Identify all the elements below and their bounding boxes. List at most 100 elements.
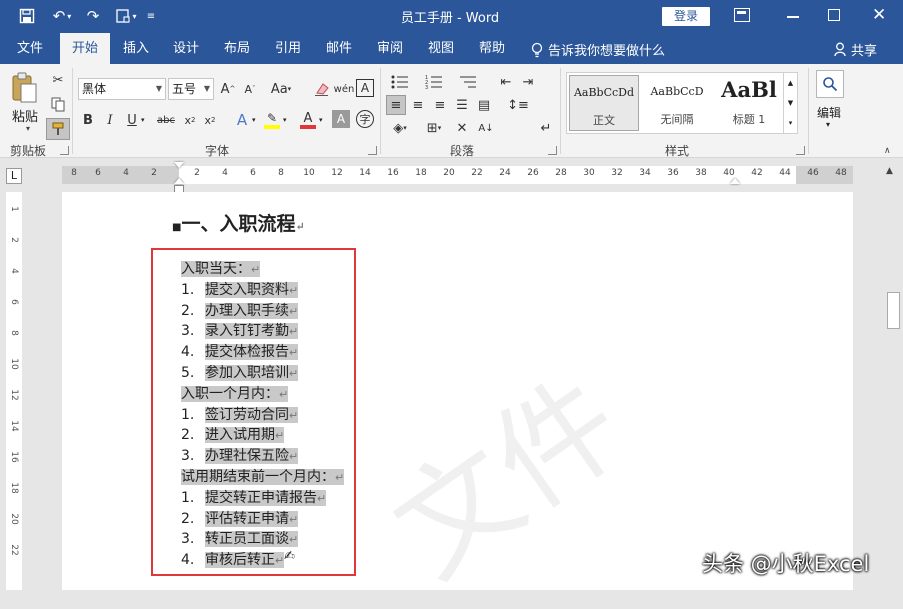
paragraph-launcher-icon[interactable] <box>548 146 557 155</box>
list-item[interactable]: 3. 转正员工面谈↵ <box>181 530 299 549</box>
tab-review[interactable]: 审阅 <box>368 33 412 64</box>
ribbon-display-options-icon[interactable] <box>734 8 750 22</box>
enclose-characters-icon[interactable]: 字 <box>356 110 374 128</box>
character-border-icon[interactable]: A <box>356 79 374 97</box>
align-right-icon[interactable]: ≡ <box>430 95 450 115</box>
text-effects-icon[interactable]: A <box>232 110 252 130</box>
list-item[interactable]: 试用期结束前一个月内：↵ <box>181 468 345 487</box>
style-no-spacing[interactable]: AaBbCcD 无间隔 <box>643 75 713 131</box>
superscript-icon[interactable]: x2 <box>200 110 220 130</box>
tab-view[interactable]: 视图 <box>419 33 463 64</box>
paste-icon[interactable] <box>10 72 38 104</box>
list-item[interactable]: 1. 签订劳动合同↵ <box>181 406 299 425</box>
redo-icon[interactable]: ↷ <box>82 6 104 26</box>
scroll-up-icon[interactable]: ▲ <box>886 166 893 176</box>
list-item[interactable]: 3. 办理社保五险↵ <box>181 447 299 466</box>
font-color-dropdown-icon[interactable]: ▾ <box>319 116 323 124</box>
show-hide-marks-icon[interactable]: ↵ <box>536 118 556 138</box>
paste-label[interactable]: 粘贴 <box>12 106 38 125</box>
highlight-dropdown-icon[interactable]: ▾ <box>283 116 287 124</box>
tab-selector[interactable]: L <box>6 168 22 184</box>
cut-icon[interactable]: ✂ <box>48 70 68 90</box>
list-item[interactable]: 3. 录入钉钉考勤↵ <box>181 322 299 341</box>
character-shading-icon[interactable]: A <box>332 110 350 128</box>
list-item[interactable]: 入职一个月内：↵ <box>181 385 289 404</box>
bullets-icon[interactable] <box>386 72 414 92</box>
text-highlight-icon[interactable]: ✎ <box>262 110 282 130</box>
clipboard-launcher-icon[interactable] <box>60 146 69 155</box>
tab-file[interactable]: 文件 <box>8 33 52 64</box>
login-button[interactable]: 登录 <box>662 7 710 26</box>
list-item[interactable]: 1. 提交入职资料↵ <box>181 281 299 300</box>
scrollbar-thumb[interactable] <box>887 292 900 329</box>
style-heading-1[interactable]: AaBl 标题 1 <box>717 75 781 131</box>
align-left-icon[interactable]: ≡ <box>386 95 406 115</box>
numbering-icon[interactable]: 123 <box>420 72 448 92</box>
first-line-indent-marker[interactable] <box>174 162 184 168</box>
styles-scroll[interactable]: ▲ ▼ ▾ <box>783 73 797 133</box>
shrink-font-icon[interactable]: Aˇ <box>240 79 260 99</box>
tab-help[interactable]: 帮助 <box>470 33 514 64</box>
change-case-icon[interactable]: Aa ▾ <box>268 79 294 99</box>
close-icon[interactable]: ✕ <box>872 5 886 25</box>
tab-references[interactable]: 引用 <box>266 33 310 64</box>
grow-font-icon[interactable]: A ^ <box>218 79 238 99</box>
subscript-icon[interactable]: x2 <box>180 110 200 130</box>
document-page[interactable]: 文件 ■一、入职流程↵ 入职当天：↵ 1. 提交入职资料↵ 2. 办理入职手续↵ 3. 录入… <box>62 192 853 604</box>
touch-mode-icon[interactable]: ▾ <box>112 6 140 26</box>
tab-layout[interactable]: 布局 <box>215 33 259 64</box>
editing-dropdown-icon[interactable]: ▾ <box>826 120 830 129</box>
chinese-layout-icon[interactable]: ✕ <box>452 118 472 138</box>
paste-dropdown-icon[interactable]: ▾ <box>26 124 30 133</box>
phonetic-guide-icon[interactable]: wén <box>334 79 355 99</box>
list-item[interactable]: 2. 评估转正申请↵ <box>181 510 299 529</box>
copy-icon[interactable] <box>48 94 68 114</box>
list-item[interactable]: 4. 提交体检报告↵ <box>181 343 299 362</box>
italic-icon[interactable]: I <box>100 110 120 130</box>
tab-home[interactable]: 开始 <box>60 33 110 64</box>
strikethrough-icon[interactable]: abc <box>156 110 176 130</box>
undo-icon[interactable]: ↶ ▾ <box>48 6 76 26</box>
editing-label[interactable]: 编辑 <box>817 104 841 121</box>
list-item[interactable]: 2. 进入试用期↵ <box>181 426 285 445</box>
share-button[interactable]: 共享 <box>834 40 877 59</box>
right-indent-marker[interactable] <box>730 178 740 184</box>
distributed-icon[interactable]: ▤ <box>474 95 494 115</box>
customize-toolbar-icon[interactable]: ≡ <box>140 6 162 26</box>
line-spacing-icon[interactable]: ↕≡ <box>504 95 532 115</box>
align-center-icon[interactable]: ≡ <box>408 95 428 115</box>
list-item[interactable]: 4. 审核后转正↵ <box>181 551 285 570</box>
font-launcher-icon[interactable] <box>368 146 377 155</box>
scroll-up-icon[interactable]: ▲ <box>784 73 797 93</box>
tab-design[interactable]: 设计 <box>164 33 208 64</box>
sort-icon[interactable]: A↓ <box>476 118 496 138</box>
underline-icon[interactable]: U <box>122 110 142 130</box>
find-icon[interactable] <box>816 70 844 98</box>
format-painter-icon[interactable] <box>46 118 70 140</box>
borders-icon[interactable]: ⊞ ▾ <box>420 118 448 138</box>
list-item[interactable]: 1. 提交转正申请报告↵ <box>181 489 327 508</box>
tell-me-box[interactable]: 告诉我你想要做什么 <box>530 40 665 59</box>
hanging-indent-marker[interactable] <box>174 178 184 184</box>
scroll-down-icon[interactable]: ▼ <box>784 93 797 113</box>
save-icon[interactable] <box>16 6 38 26</box>
tab-insert[interactable]: 插入 <box>114 33 158 64</box>
maximize-icon[interactable] <box>828 9 840 21</box>
clear-formatting-icon[interactable] <box>312 79 332 99</box>
horizontal-ruler[interactable]: 8 6 4 2 2 4 6 8 10 12 14 16 18 20 22 24 26 28 30 32 34 36 38 40… <box>62 162 853 193</box>
collapse-ribbon-icon[interactable]: ∧ <box>884 146 891 156</box>
justify-icon[interactable]: ☰ <box>452 95 472 115</box>
bold-icon[interactable]: B <box>78 110 98 130</box>
shading-icon[interactable]: ◈ ▾ <box>386 118 414 138</box>
minimize-icon[interactable] <box>787 16 799 18</box>
underline-dropdown-icon[interactable]: ▾ <box>141 116 145 124</box>
font-name-combo[interactable]: 黑体 ▼ <box>78 78 166 100</box>
increase-indent-icon[interactable]: ⇥ <box>518 72 538 92</box>
font-size-combo[interactable]: 五号 ▼ <box>168 78 214 100</box>
list-item[interactable]: 2. 办理入职手续↵ <box>181 302 299 321</box>
style-normal[interactable]: AaBbCcDd 正文 <box>569 75 639 131</box>
list-item[interactable]: 5. 参加入职培训↵ <box>181 364 299 383</box>
vertical-ruler[interactable]: 1 2 4 6 8 10 12 14 16 18 20 22 <box>0 192 30 590</box>
list-item[interactable]: 入职当天：↵ <box>181 260 261 279</box>
font-color-icon[interactable]: A <box>298 110 318 130</box>
